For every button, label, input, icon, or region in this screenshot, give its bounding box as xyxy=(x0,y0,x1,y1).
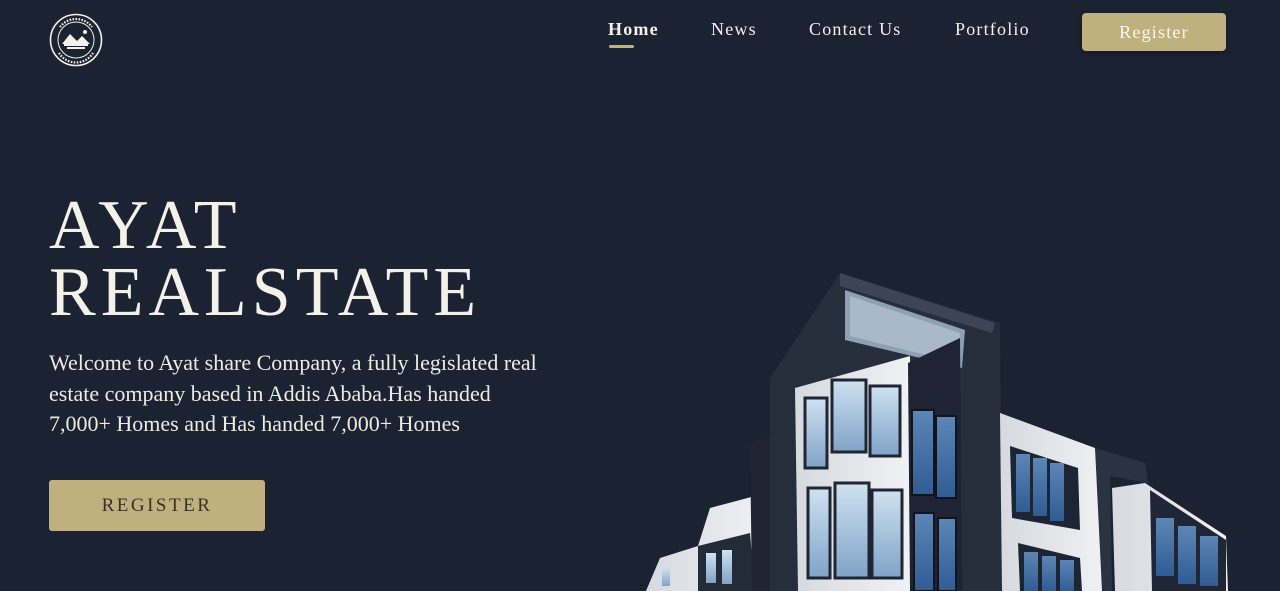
hero-description: Welcome to Ayat share Company, a fully l… xyxy=(49,350,537,436)
hero-register-button[interactable]: REGISTER xyxy=(49,480,265,531)
hero-title-line-2: REALSTATE xyxy=(49,254,482,331)
apartment-building-image xyxy=(646,273,1228,591)
company-logo-icon[interactable] xyxy=(49,13,103,67)
nav-portfolio[interactable]: Portfolio xyxy=(955,19,1030,40)
nav-news-label: News xyxy=(711,19,757,39)
top-navigation: Home News Contact Us Portfolio Register xyxy=(0,0,1280,70)
nav-portfolio-label: Portfolio xyxy=(955,19,1030,39)
header-register-button[interactable]: Register xyxy=(1082,13,1226,51)
nav-contact-us-label: Contact Us xyxy=(809,19,902,39)
hero-title: AYAT REALSTATE xyxy=(49,187,482,331)
nav-home[interactable]: Home xyxy=(608,19,659,48)
active-nav-indicator xyxy=(609,45,634,48)
nav-home-label: Home xyxy=(608,19,659,39)
hero-title-line-1: AYAT xyxy=(49,187,242,264)
nav-news[interactable]: News xyxy=(711,19,757,40)
landing-page: Home News Contact Us Portfolio Register … xyxy=(0,0,1280,591)
nav-contact-us[interactable]: Contact Us xyxy=(809,19,902,40)
